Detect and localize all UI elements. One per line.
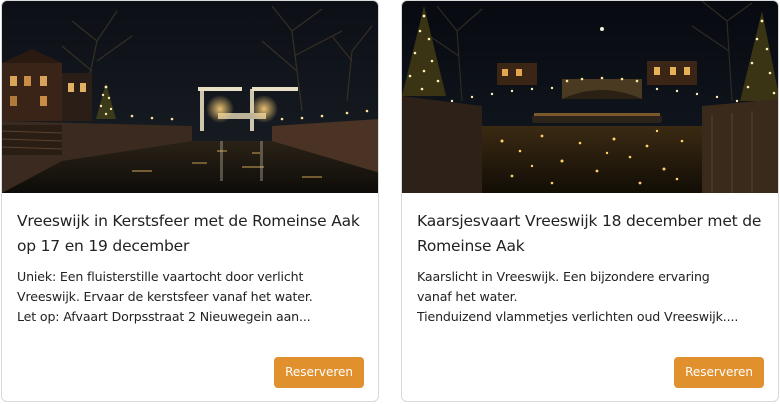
event-title[interactable]: Vreeswijk in Kerstsfeer met de Romeinse … [17, 209, 362, 259]
event-description-line: Tienduizend vlammetjes verlichten oud Vr… [417, 309, 739, 324]
event-description: Uniek: Een fluisterstille vaartocht door… [17, 267, 365, 327]
event-card[interactable]: Kaarsjesvaart Vreeswijk 18 december met … [401, 0, 779, 402]
reserve-button[interactable]: Reserveren [274, 357, 364, 388]
event-card[interactable]: Vreeswijk in Kerstsfeer met de Romeinse … [1, 0, 379, 402]
event-description-line: Let op: Afvaart Dorpsstraat 2 Nieuwegein… [17, 309, 311, 324]
event-description: Kaarslicht in Vreeswijk. Een bijzondere … [417, 267, 765, 327]
event-description-line: Kaarslicht in Vreeswijk. Een bijzondere … [417, 269, 710, 284]
night-canal-candles-photo [402, 1, 778, 193]
night-canal-bridge-photo [2, 1, 378, 193]
reserve-button[interactable]: Reserveren [674, 357, 764, 388]
event-card-list: Vreeswijk in Kerstsfeer met de Romeinse … [0, 0, 780, 404]
event-description-line: vanaf het water. [417, 289, 518, 304]
event-description-line: Vreeswijk. Ervaar de kerstsfeer vanaf he… [17, 289, 313, 304]
event-description-line: Uniek: Een fluisterstille vaartocht door… [17, 269, 304, 284]
event-title[interactable]: Kaarsjesvaart Vreeswijk 18 december met … [417, 209, 762, 259]
event-photo[interactable] [402, 1, 778, 193]
event-photo[interactable] [2, 1, 378, 193]
